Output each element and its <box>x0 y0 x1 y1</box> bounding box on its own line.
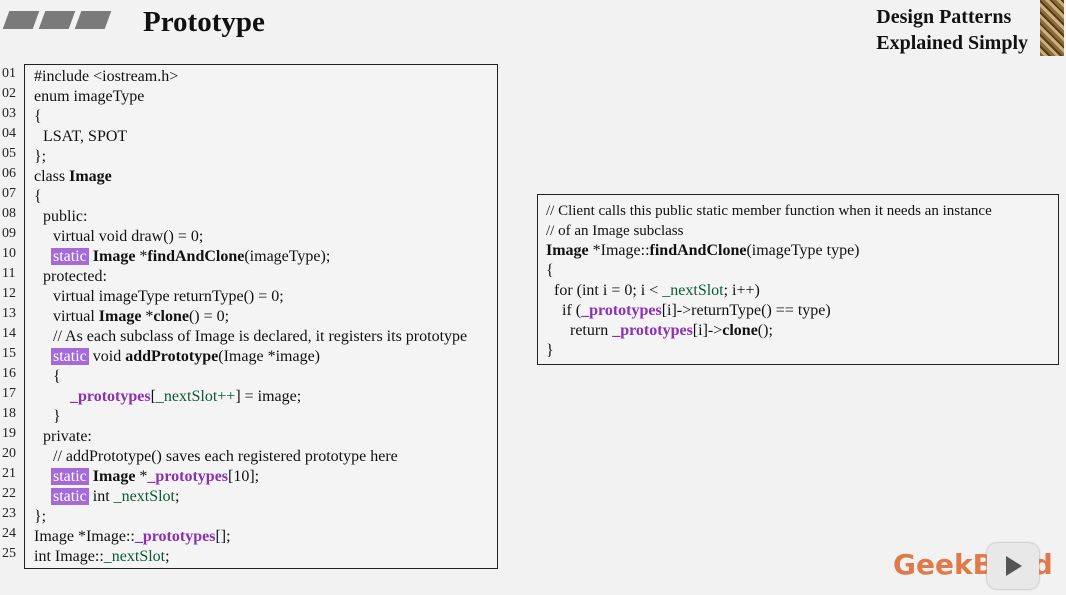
code-line: Image *Image::findAndClone(imageType typ… <box>546 242 860 259</box>
code-line: if (_prototypes[i]->returnType() == type… <box>562 302 831 319</box>
code-line: virtual imageType returnType() = 0; <box>53 288 284 305</box>
line-number: 17 <box>2 386 16 401</box>
code-line: static void addPrototype(Image *image) <box>51 348 320 365</box>
line-number: 01 <box>2 66 16 81</box>
line-number: 10 <box>2 246 16 261</box>
code-line: static Image *findAndClone(imageType); <box>51 248 331 265</box>
code-line: public: <box>43 208 88 225</box>
static-keyword: static <box>51 348 89 365</box>
line-number: 18 <box>2 406 16 421</box>
code-line: } <box>53 408 61 425</box>
code-comment: // As each subclass of Image is declared… <box>53 328 468 345</box>
code-line: static int _nextSlot; <box>51 488 180 505</box>
code-comment: // Client calls this public static membe… <box>546 203 992 219</box>
code-line: { <box>34 188 42 205</box>
line-number: 07 <box>2 186 16 201</box>
code-comment: // of an Image subclass <box>546 223 684 239</box>
code-line: protected: <box>43 268 107 285</box>
line-number: 08 <box>2 206 16 221</box>
line-number: 06 <box>2 166 16 181</box>
line-number: 24 <box>2 526 16 541</box>
play-icon <box>1006 556 1022 576</box>
code-line: Image *Image::_prototypes[]; <box>34 528 231 545</box>
code-line: static Image *_prototypes[10]; <box>51 468 260 485</box>
line-number: 19 <box>2 426 16 441</box>
line-number: 25 <box>2 546 16 561</box>
code-line: }; <box>34 148 47 165</box>
brand-line-1: Design Patterns <box>876 6 1012 28</box>
line-number: 11 <box>2 266 16 281</box>
client-code-panel: // Client calls this public static membe… <box>537 194 1059 365</box>
title-decoration <box>2 11 112 29</box>
code-line: class Image <box>34 168 112 185</box>
line-number: 03 <box>2 106 16 121</box>
code-line: return _prototypes[i]->clone(); <box>570 322 773 339</box>
code-line: virtual void draw() = 0; <box>53 228 204 245</box>
static-keyword: static <box>51 488 89 505</box>
slide-title: Prototype <box>143 6 265 38</box>
book-cover-image <box>1040 0 1064 56</box>
code-panel: #include <iostream.h> enum imageType { L… <box>24 64 498 569</box>
line-number: 13 <box>2 306 16 321</box>
line-number: 22 <box>2 486 16 501</box>
code-line: { <box>34 108 42 125</box>
code-line: for (int i = 0; i < _nextSlot; i++) <box>554 282 760 299</box>
code-line: }; <box>34 508 47 525</box>
code-line: enum imageType <box>34 88 145 105</box>
brand-line-2: Explained Simply <box>876 32 1028 54</box>
brand-title: Design Patterns Explained Simply <box>876 4 1028 56</box>
line-number: 21 <box>2 466 16 481</box>
line-number: 09 <box>2 226 16 241</box>
line-number: 15 <box>2 346 16 361</box>
code-line: _prototypes[_nextSlot++] = image; <box>70 388 302 405</box>
code-line: LSAT, SPOT <box>43 128 128 145</box>
code-line: { <box>546 262 554 279</box>
code-line: private: <box>43 428 92 445</box>
line-number: 20 <box>2 446 16 461</box>
static-keyword: static <box>51 248 89 265</box>
code-comment: // addPrototype() saves each registered … <box>53 448 398 465</box>
static-keyword: static <box>51 468 89 485</box>
code-line: virtual Image *clone() = 0; <box>53 308 230 325</box>
play-button[interactable] <box>987 543 1039 589</box>
line-number: 04 <box>2 126 16 141</box>
code-line: } <box>546 342 554 359</box>
line-number: 23 <box>2 506 16 521</box>
code-line: #include <iostream.h> <box>34 68 179 85</box>
line-number: 12 <box>2 286 16 301</box>
line-number: 02 <box>2 86 16 101</box>
line-number: 14 <box>2 326 16 341</box>
line-number: 05 <box>2 146 16 161</box>
code-line: { <box>53 368 61 385</box>
line-number: 16 <box>2 366 16 381</box>
code-line: int Image::_nextSlot; <box>34 548 170 565</box>
